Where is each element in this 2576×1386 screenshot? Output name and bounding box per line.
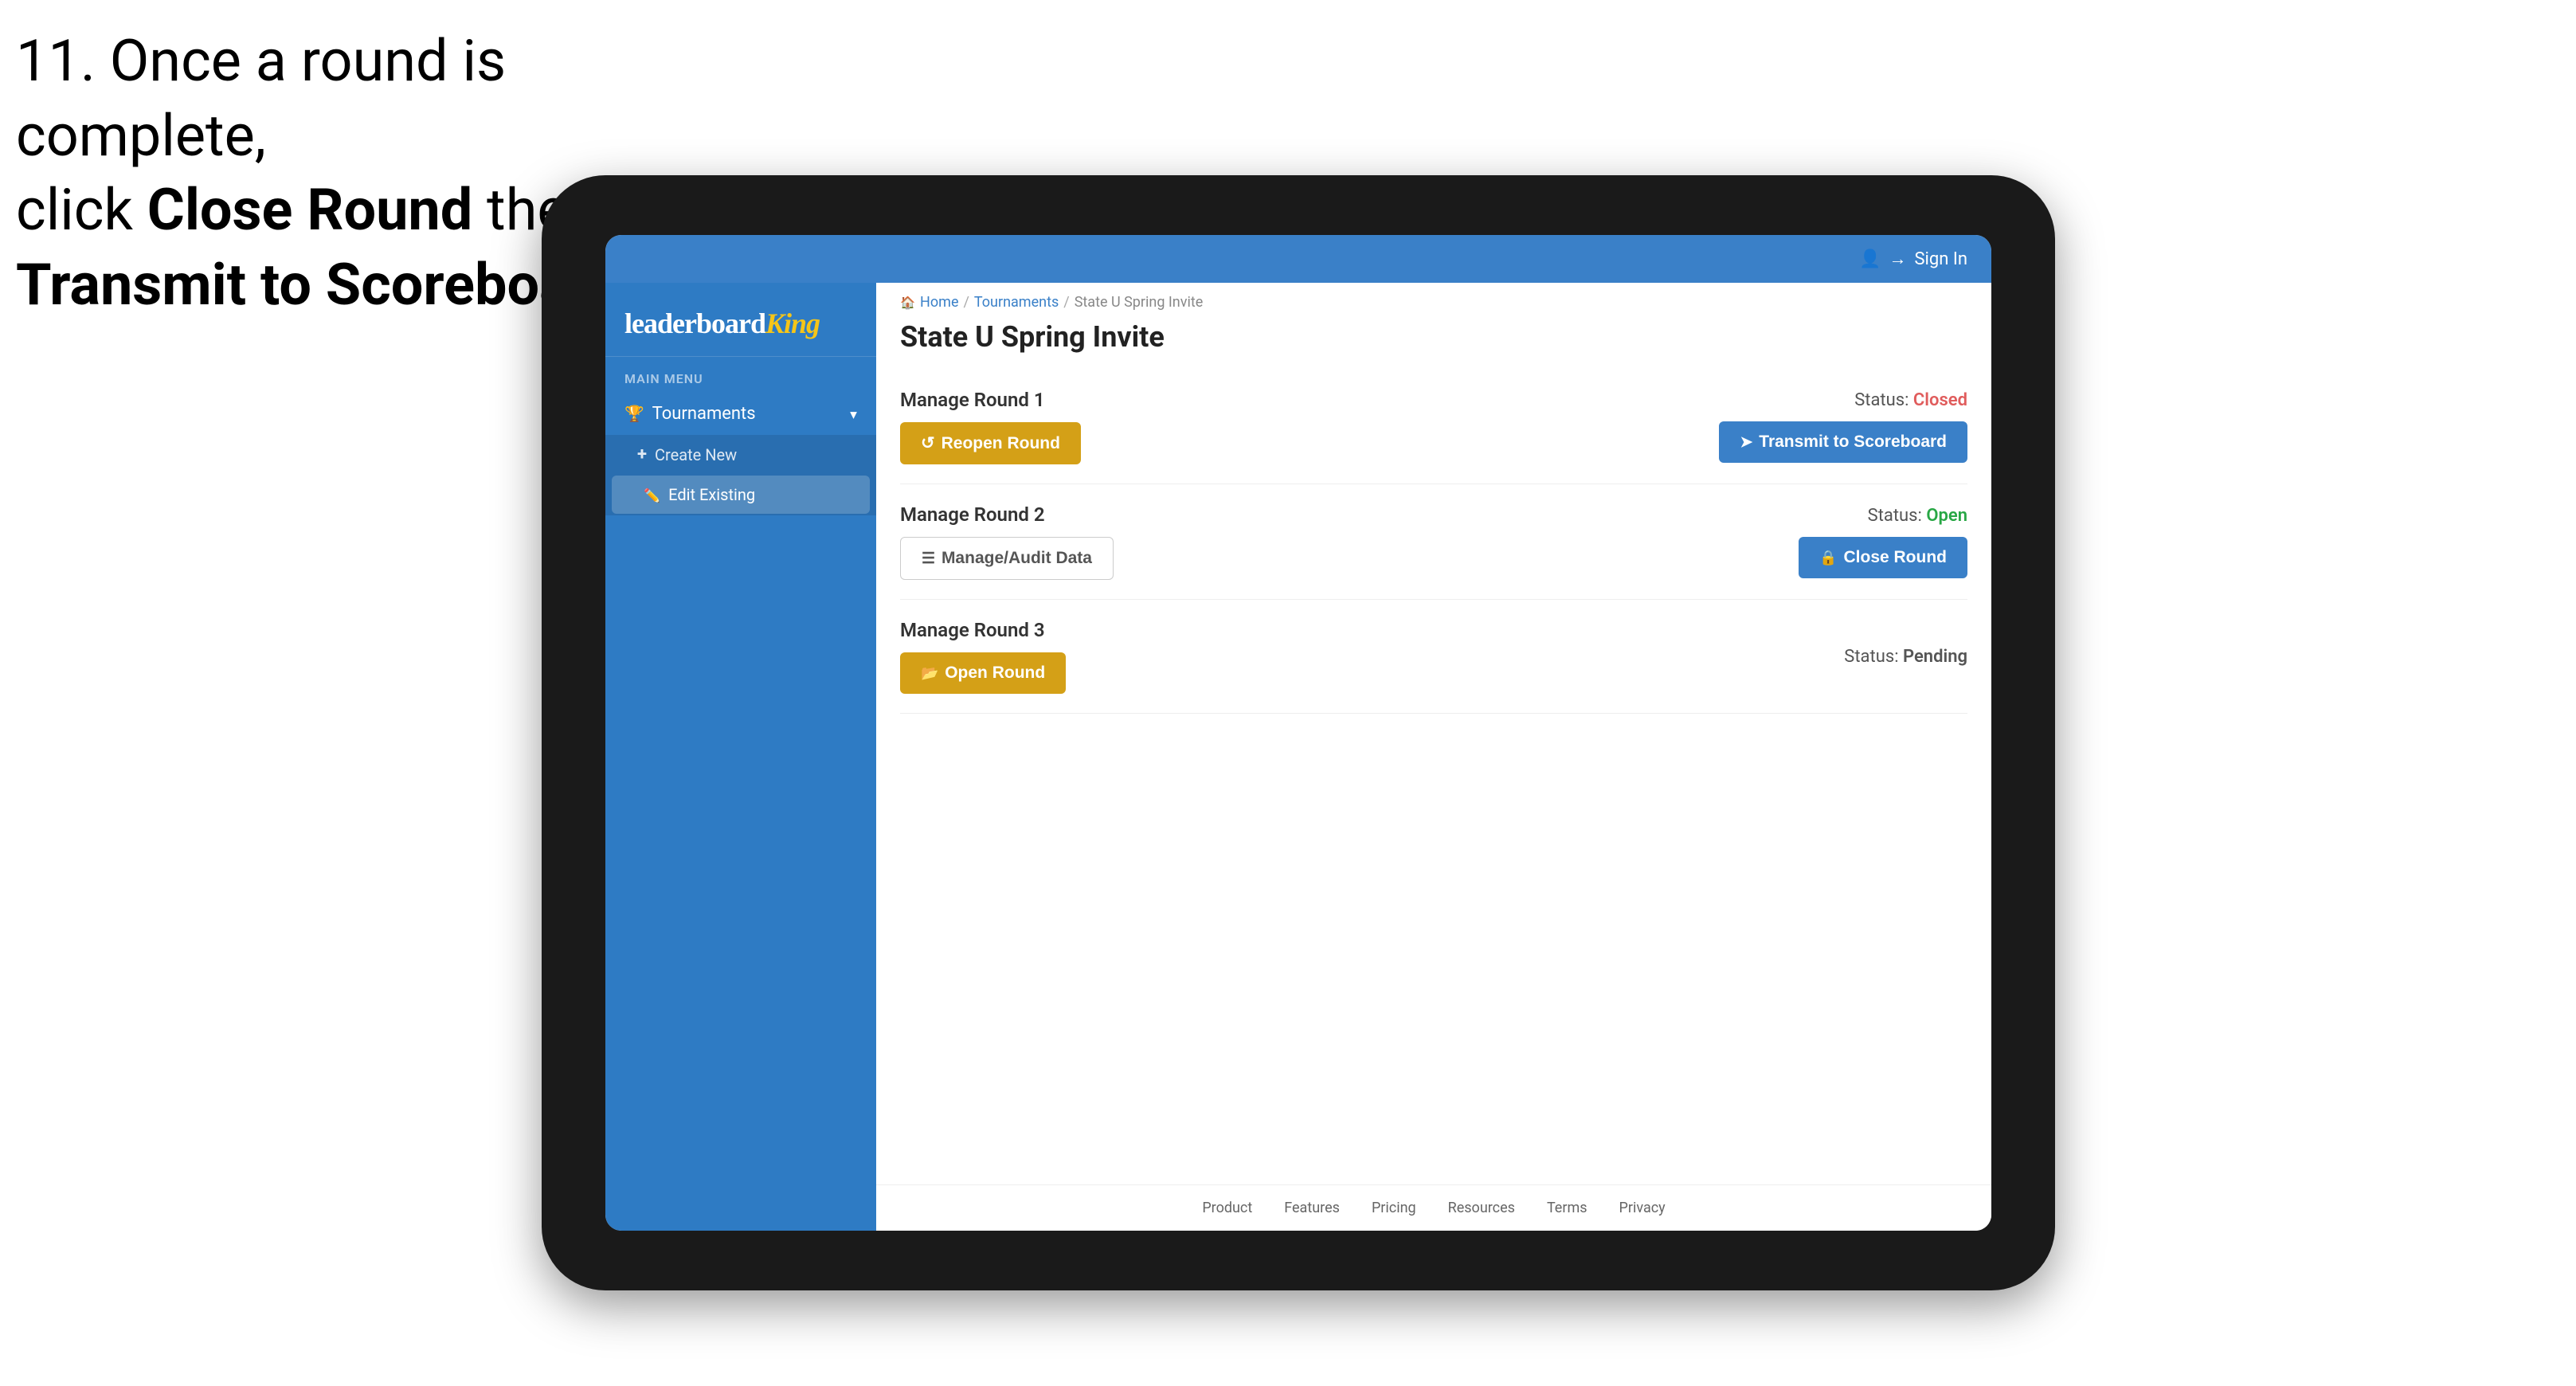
sidebar-submenu: Create New Edit Existing xyxy=(605,435,876,515)
sidebar-item-edit-existing[interactable]: Edit Existing xyxy=(612,476,870,514)
round-1-title: Manage Round 1 xyxy=(900,389,1081,411)
round-2-left: Manage Round 2 Manage/Audit Data xyxy=(900,503,1114,580)
rounds-section: Manage Round 1 Reopen Round Status: Clos… xyxy=(876,370,1991,1184)
page-title: State U Spring Invite xyxy=(876,315,1991,370)
manage-icon xyxy=(922,549,935,568)
sidebar-logo: leaderboardKing xyxy=(605,283,876,357)
round-2-status-value: Open xyxy=(1926,506,1967,526)
round-3-status: Status: Pending xyxy=(1844,647,1967,667)
chevron-down-icon xyxy=(850,404,857,424)
sidebar-item-create-new[interactable]: Create New xyxy=(605,435,876,474)
close-round-button[interactable]: Close Round xyxy=(1799,537,1967,578)
footer-privacy[interactable]: Privacy xyxy=(1619,1200,1666,1216)
sidebar: leaderboardKing MAIN MENU Tournaments Cr… xyxy=(605,283,876,1231)
round-3-title: Manage Round 3 xyxy=(900,619,1066,641)
tablet-frame: Sign In leaderboardKing MAIN MENU Tourna… xyxy=(542,175,2055,1290)
round-3-row: Manage Round 3 Open Round Status: Pendin… xyxy=(900,600,1967,714)
open-round-button[interactable]: Open Round xyxy=(900,652,1066,694)
sign-in-area[interactable]: Sign In xyxy=(1859,249,1967,269)
round-1-status-value: Closed xyxy=(1913,390,1967,410)
reopen-round-button[interactable]: Reopen Round xyxy=(900,422,1081,464)
breadcrumb-tournaments[interactable]: Tournaments xyxy=(974,294,1059,311)
footer-features[interactable]: Features xyxy=(1284,1200,1340,1216)
round-3-right: Status: Pending xyxy=(1844,647,1967,667)
footer-pricing[interactable]: Pricing xyxy=(1372,1200,1416,1216)
round-2-right: Status: Open Close Round xyxy=(1799,506,1967,578)
round-1-right: Status: Closed Transmit to Scoreboard xyxy=(1719,390,1967,463)
footer: Product Features Pricing Resources Terms… xyxy=(876,1184,1991,1231)
transmit-to-scoreboard-button[interactable]: Transmit to Scoreboard xyxy=(1719,421,1967,463)
transmit-icon xyxy=(1740,433,1752,452)
open-icon xyxy=(921,664,938,683)
round-1-status: Status: Closed xyxy=(1854,390,1967,410)
app-body: leaderboardKing MAIN MENU Tournaments Cr… xyxy=(605,283,1991,1231)
signin-icon xyxy=(1889,249,1906,269)
footer-resources[interactable]: Resources xyxy=(1448,1200,1515,1216)
edit-existing-label: Edit Existing xyxy=(668,485,755,504)
trophy-icon xyxy=(624,404,644,424)
round-1-row: Manage Round 1 Reopen Round Status: Clos… xyxy=(900,370,1967,484)
home-icon xyxy=(900,294,915,311)
plus-icon xyxy=(637,444,647,464)
breadcrumb-current: State U Spring Invite xyxy=(1075,294,1204,311)
logo: leaderboardKing xyxy=(624,307,857,340)
edit-icon xyxy=(644,485,660,504)
footer-product[interactable]: Product xyxy=(1202,1200,1252,1216)
round-2-row: Manage Round 2 Manage/Audit Data Status:… xyxy=(900,484,1967,600)
round-1-left: Manage Round 1 Reopen Round xyxy=(900,389,1081,464)
footer-terms[interactable]: Terms xyxy=(1547,1200,1587,1216)
create-new-label: Create New xyxy=(655,445,737,464)
tablet-screen: Sign In leaderboardKing MAIN MENU Tourna… xyxy=(605,235,1991,1231)
round-3-left: Manage Round 3 Open Round xyxy=(900,619,1066,694)
round-2-status: Status: Open xyxy=(1868,506,1967,526)
round-3-status-value: Pending xyxy=(1903,647,1967,667)
main-menu-label: MAIN MENU xyxy=(605,357,876,393)
signin-label[interactable]: Sign In xyxy=(1914,249,1967,269)
tournaments-label: Tournaments xyxy=(652,404,756,424)
manage-audit-button[interactable]: Manage/Audit Data xyxy=(900,537,1114,580)
user-icon xyxy=(1859,249,1881,269)
reopen-icon xyxy=(921,433,935,453)
main-content: Home / Tournaments / State U Spring Invi… xyxy=(876,283,1991,1231)
sidebar-item-tournaments[interactable]: Tournaments xyxy=(605,393,876,435)
breadcrumb: Home / Tournaments / State U Spring Invi… xyxy=(876,283,1991,315)
round-2-title: Manage Round 2 xyxy=(900,503,1114,526)
breadcrumb-home[interactable]: Home xyxy=(920,294,958,311)
close-icon xyxy=(1819,548,1837,567)
top-bar: Sign In xyxy=(605,235,1991,283)
